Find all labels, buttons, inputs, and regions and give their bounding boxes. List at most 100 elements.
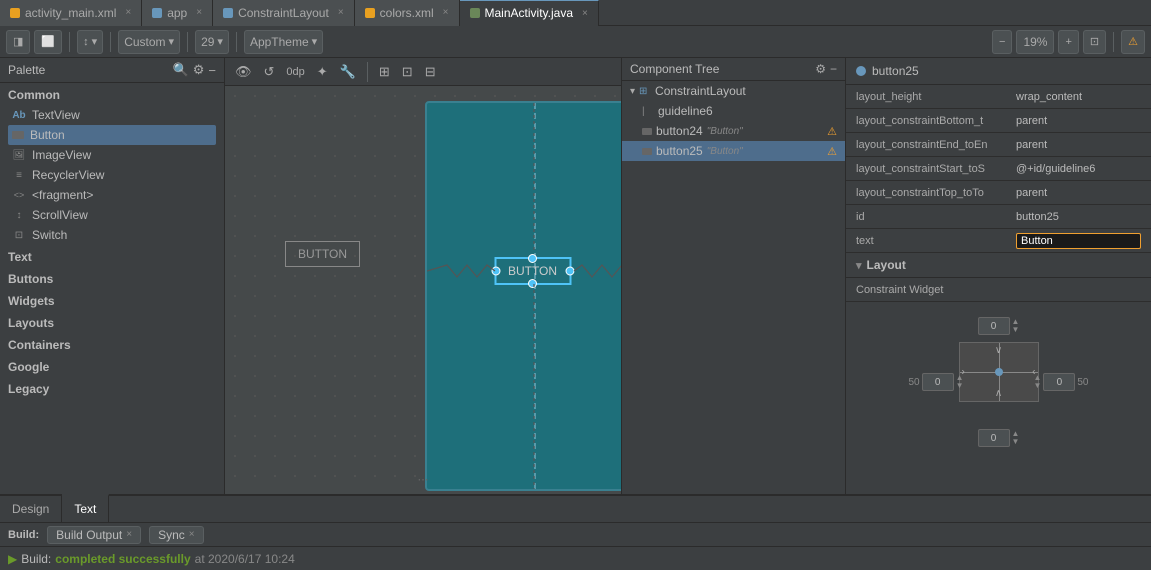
- tree-item-button24[interactable]: button24 "Button" ⚠: [622, 121, 845, 141]
- palette-item-button[interactable]: Button: [8, 125, 216, 145]
- expand-icon: ▾: [630, 86, 635, 97]
- sync-btn[interactable]: Sync ×: [149, 526, 204, 544]
- palette-legacy-title[interactable]: Legacy: [8, 379, 216, 399]
- main-area: Palette 🔍 ⚙ − Common Ab TextView Button …: [0, 58, 1151, 494]
- cw-right-input[interactable]: [1043, 373, 1075, 391]
- palette-item-textview[interactable]: Ab TextView: [8, 105, 216, 125]
- toolbar-sep-1: [69, 32, 70, 52]
- toolbar-sep-4: [236, 32, 237, 52]
- canvas-button-left[interactable]: BUTTON: [285, 241, 360, 267]
- anchor-right[interactable]: [565, 267, 574, 276]
- attr-row-text[interactable]: text Button: [846, 229, 1151, 253]
- margin-btn[interactable]: 0dp: [282, 64, 308, 80]
- tree-collapse-btn[interactable]: −: [830, 62, 837, 76]
- cw-top-input[interactable]: [978, 317, 1010, 335]
- zoom-in-btn[interactable]: +: [1058, 30, 1078, 54]
- anchor-left[interactable]: [491, 267, 500, 276]
- attr-row-constraint-top[interactable]: layout_constraintTop_toTo parent: [846, 181, 1151, 205]
- palette-settings-btn[interactable]: ⚙: [193, 62, 205, 78]
- anchor-bottom[interactable]: [528, 279, 537, 288]
- magic-wand-btn[interactable]: ✦: [313, 62, 332, 82]
- anchor-top[interactable]: [528, 254, 537, 263]
- design-mode-btn[interactable]: ◨: [6, 30, 30, 54]
- sync-close[interactable]: ×: [189, 529, 195, 540]
- palette-item-fragment[interactable]: <> <fragment>: [8, 185, 216, 205]
- toolbar-sep-2: [110, 32, 111, 52]
- palette-google-title[interactable]: Google: [8, 357, 216, 377]
- margin-guide-btn[interactable]: ⊡: [398, 62, 417, 82]
- palette-containers-section: Containers: [0, 333, 224, 355]
- recyclerview-icon: ≡: [12, 168, 26, 182]
- canvas-inner[interactable]: BUTTON BUTTON: [225, 86, 621, 494]
- status-bar: ▶ Build: completed successfully at 2020/…: [0, 546, 1151, 570]
- palette-widgets-title[interactable]: Widgets: [8, 291, 216, 311]
- cw-right-spinner: ▲▼ 50: [1033, 373, 1088, 391]
- build-label: Build:: [8, 529, 39, 541]
- attr-row-constraint-end[interactable]: layout_constraintEnd_toEn parent: [846, 133, 1151, 157]
- refresh-btn[interactable]: ↺: [260, 62, 279, 82]
- tree-item-button25[interactable]: button25 "Button" ⚠: [622, 141, 845, 161]
- palette-item-recyclerview[interactable]: ≡ RecyclerView: [8, 165, 216, 185]
- attr-row-id[interactable]: id button25: [846, 205, 1151, 229]
- cw-right-arrow[interactable]: ▲▼: [1033, 374, 1041, 390]
- fit-btn[interactable]: ⊡: [1083, 30, 1106, 54]
- button24-quote: "Button": [707, 126, 743, 137]
- tab-activity-xml[interactable]: activity_main.xml ×: [0, 0, 142, 26]
- warning-icon-button24: ⚠: [827, 125, 837, 138]
- tab-close-constraint[interactable]: ×: [338, 7, 344, 18]
- tree-item-constraintlayout[interactable]: ▾ ⊞ ConstraintLayout: [622, 81, 845, 101]
- palette-common-title[interactable]: Common: [8, 85, 216, 105]
- palette-close-btn[interactable]: −: [208, 63, 216, 78]
- tab-close-main[interactable]: ×: [582, 8, 588, 19]
- tab-close-app[interactable]: ×: [196, 7, 202, 18]
- palette-item-scrollview[interactable]: ↕ ScrollView: [8, 205, 216, 225]
- cw-bottom-input[interactable]: [978, 429, 1010, 447]
- layout-icon: [223, 8, 233, 18]
- api-dropdown[interactable]: 29 ▾: [195, 30, 229, 54]
- build-output-btn[interactable]: Build Output ×: [47, 526, 141, 544]
- cw-bottom-arrow[interactable]: ▲▼: [1012, 430, 1020, 446]
- button25-quote: "Button": [707, 146, 743, 157]
- theme-dropdown[interactable]: AppTheme ▾: [244, 30, 323, 54]
- cw-left-arrow[interactable]: ▲▼: [956, 374, 964, 390]
- switch-icon: ⊡: [12, 228, 26, 242]
- attr-element-icon: [856, 66, 866, 76]
- palette-buttons-title[interactable]: Buttons: [8, 269, 216, 289]
- align-btn[interactable]: ⊞: [375, 62, 394, 82]
- tab-main-activity[interactable]: MainActivity.java ×: [460, 0, 599, 26]
- zoom-out-btn[interactable]: −: [992, 30, 1012, 54]
- orientation-dropdown[interactable]: ↕ ▾: [77, 30, 103, 54]
- attr-row-constraint-bottom[interactable]: layout_constraintBottom_t parent: [846, 109, 1151, 133]
- custom-dropdown[interactable]: Custom ▾: [118, 30, 180, 54]
- tab-text[interactable]: Text: [62, 494, 109, 522]
- attr-row-constraint-start[interactable]: layout_constraintStart_toS @+id/guidelin…: [846, 157, 1151, 181]
- constraint-widget: ▲▼ › ‹ ∨ ∧ 50: [846, 302, 1151, 462]
- tab-close-activity[interactable]: ×: [125, 7, 131, 18]
- attr-row-layout-height[interactable]: layout_height wrap_content: [846, 85, 1151, 109]
- palette-search-btn[interactable]: 🔍: [173, 62, 189, 78]
- tab-app[interactable]: app ×: [142, 0, 213, 26]
- cw-top-arrow[interactable]: ▲▼: [1012, 318, 1020, 334]
- xml-icon: [10, 8, 20, 18]
- tree-settings-btn[interactable]: ⚙: [815, 62, 826, 76]
- palette-text-title[interactable]: Text: [8, 247, 216, 267]
- tab-constraint-layout[interactable]: ConstraintLayout ×: [213, 0, 355, 26]
- build-output-close[interactable]: ×: [126, 529, 132, 540]
- tab-design[interactable]: Design: [0, 495, 62, 523]
- palette-item-imageview[interactable]: 🖼 ImageView: [8, 145, 216, 165]
- baseline-btn[interactable]: ⊟: [421, 62, 440, 82]
- canvas-button-middle[interactable]: BUTTON: [495, 258, 570, 284]
- attr-layout-section[interactable]: ▾ Layout: [846, 253, 1151, 278]
- palette-containers-title[interactable]: Containers: [8, 335, 216, 355]
- eye-btn[interactable]: 👁: [231, 62, 256, 82]
- tab-colors-xml[interactable]: colors.xml ×: [355, 0, 460, 26]
- tree-item-guideline[interactable]: | guideline6: [622, 101, 845, 121]
- wrench-btn[interactable]: 🔧: [336, 62, 360, 82]
- palette-layouts-title[interactable]: Layouts: [8, 313, 216, 333]
- blueprint-mode-btn[interactable]: ⬜: [34, 30, 62, 54]
- tab-close-colors[interactable]: ×: [443, 7, 449, 18]
- warning-btn[interactable]: ⚠: [1121, 30, 1145, 54]
- cw-left-input[interactable]: [922, 373, 954, 391]
- app-icon: [152, 8, 162, 18]
- palette-item-switch[interactable]: ⊡ Switch: [8, 225, 216, 245]
